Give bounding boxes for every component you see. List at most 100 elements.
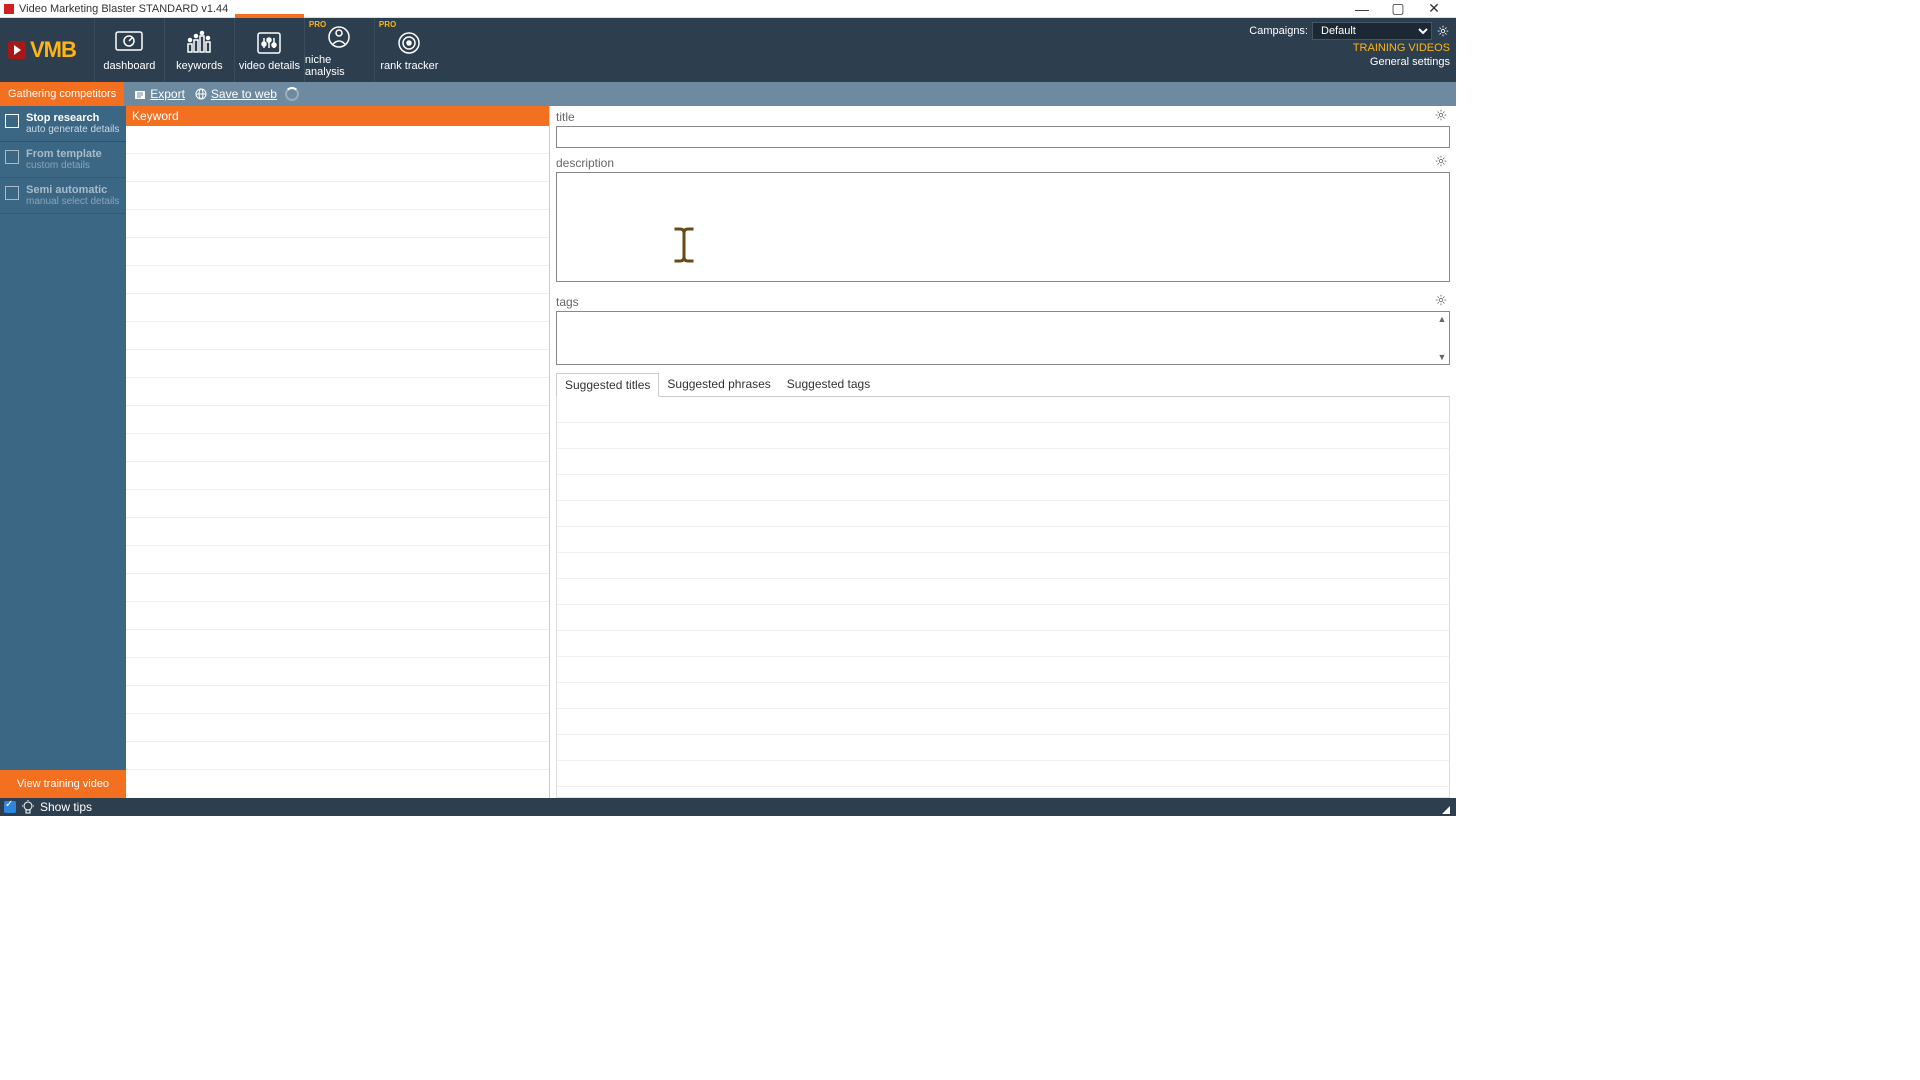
scroll-down-button[interactable]: ▼ xyxy=(1437,352,1447,362)
list-item[interactable] xyxy=(126,182,549,210)
sidebar-item-subtitle: manual select details xyxy=(26,196,122,207)
list-item[interactable] xyxy=(126,294,549,322)
window-controls: — ▢ ✕ xyxy=(1352,1,1452,17)
list-item[interactable] xyxy=(126,574,549,602)
list-item[interactable] xyxy=(557,423,1449,449)
list-item[interactable] xyxy=(557,449,1449,475)
scroll-up-button[interactable]: ▲ xyxy=(1437,314,1447,324)
list-item[interactable] xyxy=(126,126,549,154)
list-item[interactable] xyxy=(126,238,549,266)
list-item[interactable] xyxy=(126,378,549,406)
list-item[interactable] xyxy=(126,266,549,294)
suggestion-content[interactable] xyxy=(556,397,1450,798)
nav-dashboard[interactable]: dashboard xyxy=(94,18,164,82)
list-item[interactable] xyxy=(126,210,549,238)
tab-suggested-titles[interactable]: Suggested titles xyxy=(556,373,659,397)
tab-suggested-tags[interactable]: Suggested tags xyxy=(779,373,878,396)
list-item[interactable] xyxy=(126,322,549,350)
keyword-column-header[interactable]: Keyword xyxy=(126,106,549,126)
list-item[interactable] xyxy=(126,630,549,658)
list-item[interactable] xyxy=(557,657,1449,683)
list-item[interactable] xyxy=(557,553,1449,579)
campaigns-row: Campaigns: Default xyxy=(1249,22,1450,40)
list-item[interactable] xyxy=(557,735,1449,761)
list-item[interactable] xyxy=(557,501,1449,527)
minimize-button[interactable]: — xyxy=(1352,1,1372,17)
list-item[interactable] xyxy=(557,631,1449,657)
list-item[interactable] xyxy=(126,350,549,378)
export-label: Export xyxy=(150,87,185,101)
description-settings-gear-icon[interactable] xyxy=(1434,154,1448,168)
nav-right-panel: Campaigns: Default TRAINING VIDEOS Gener… xyxy=(1249,22,1450,68)
list-item[interactable] xyxy=(126,658,549,686)
nav-niche-analysis[interactable]: PRO niche analysis xyxy=(304,18,374,82)
list-item[interactable] xyxy=(126,546,549,574)
keyword-list[interactable] xyxy=(126,126,549,798)
list-item[interactable] xyxy=(126,462,549,490)
list-item[interactable] xyxy=(557,475,1449,501)
check-icon xyxy=(4,801,16,813)
sidebar-item-title: From template xyxy=(26,148,122,160)
list-item[interactable] xyxy=(557,683,1449,709)
list-item[interactable] xyxy=(126,686,549,714)
window-title: Video Marketing Blaster STANDARD v1.44 xyxy=(19,3,1352,15)
training-videos-link[interactable]: TRAINING VIDEOS xyxy=(1249,42,1450,54)
list-item[interactable] xyxy=(126,154,549,182)
campaigns-label: Campaigns: xyxy=(1249,25,1308,37)
sidebar-item-title: Semi automatic xyxy=(26,184,122,196)
campaigns-select[interactable]: Default xyxy=(1312,22,1432,40)
tags-label: tags xyxy=(556,295,1450,309)
tags-input[interactable]: ▲ ▼ xyxy=(556,311,1450,365)
logo-play-icon xyxy=(8,41,26,59)
nav-label: niche analysis xyxy=(305,54,374,78)
title-input[interactable] xyxy=(556,126,1450,148)
export-icon xyxy=(134,88,146,100)
dashboard-icon xyxy=(113,29,145,57)
expand-triangle-icon[interactable] xyxy=(1442,806,1450,814)
nav-tabs: dashboard keywords video details PRO nic… xyxy=(94,18,444,82)
description-textarea[interactable] xyxy=(556,172,1450,282)
close-button[interactable]: ✕ xyxy=(1424,1,1444,17)
tags-settings-gear-icon[interactable] xyxy=(1434,293,1448,307)
export-button[interactable]: Export xyxy=(134,87,185,101)
details-panel: title description tags ▲ ▼ Suggested tit… xyxy=(550,106,1456,798)
list-item[interactable] xyxy=(126,518,549,546)
lightbulb-icon xyxy=(20,799,36,815)
niche-analysis-icon xyxy=(323,23,355,51)
list-item[interactable] xyxy=(557,761,1449,787)
sidebar-item-semi-automatic[interactable]: Semi automatic manual select details xyxy=(0,178,126,214)
list-item[interactable] xyxy=(557,527,1449,553)
list-item[interactable] xyxy=(126,714,549,742)
list-item[interactable] xyxy=(557,605,1449,631)
list-item[interactable] xyxy=(126,406,549,434)
sidebar-item-from-template[interactable]: From template custom details xyxy=(0,142,126,178)
settings-gear-icon[interactable] xyxy=(1436,24,1450,38)
nav-video-details[interactable]: video details xyxy=(234,18,304,82)
video-details-icon xyxy=(253,29,285,57)
nav-keywords[interactable]: keywords xyxy=(164,18,234,82)
list-item[interactable] xyxy=(557,579,1449,605)
list-item[interactable] xyxy=(126,742,549,770)
nav-rank-tracker[interactable]: PRO rank tracker xyxy=(374,18,444,82)
loading-spinner-icon xyxy=(285,87,299,101)
tab-suggested-phrases[interactable]: Suggested phrases xyxy=(659,373,778,396)
list-item[interactable] xyxy=(557,397,1449,423)
view-training-video-button[interactable]: View training video xyxy=(0,770,126,798)
list-item[interactable] xyxy=(126,602,549,630)
sidebar-item-stop-research[interactable]: Stop research auto generate details xyxy=(0,106,126,142)
description-field-block: description xyxy=(556,156,1450,287)
app-logo: VMB xyxy=(0,37,84,63)
nav-label: rank tracker xyxy=(380,60,438,72)
list-item[interactable] xyxy=(126,490,549,518)
general-settings-link[interactable]: General settings xyxy=(1249,56,1450,68)
save-to-web-label: Save to web xyxy=(211,87,277,101)
list-item[interactable] xyxy=(557,709,1449,735)
title-label: title xyxy=(556,110,1450,124)
show-tips-button[interactable]: Show tips xyxy=(40,800,92,814)
save-to-web-button[interactable]: Save to web xyxy=(195,87,277,101)
description-label: description xyxy=(556,156,1450,170)
maximize-button[interactable]: ▢ xyxy=(1388,1,1408,17)
title-settings-gear-icon[interactable] xyxy=(1434,108,1448,122)
window-titlebar: Video Marketing Blaster STANDARD v1.44 —… xyxy=(0,0,1456,18)
list-item[interactable] xyxy=(126,434,549,462)
